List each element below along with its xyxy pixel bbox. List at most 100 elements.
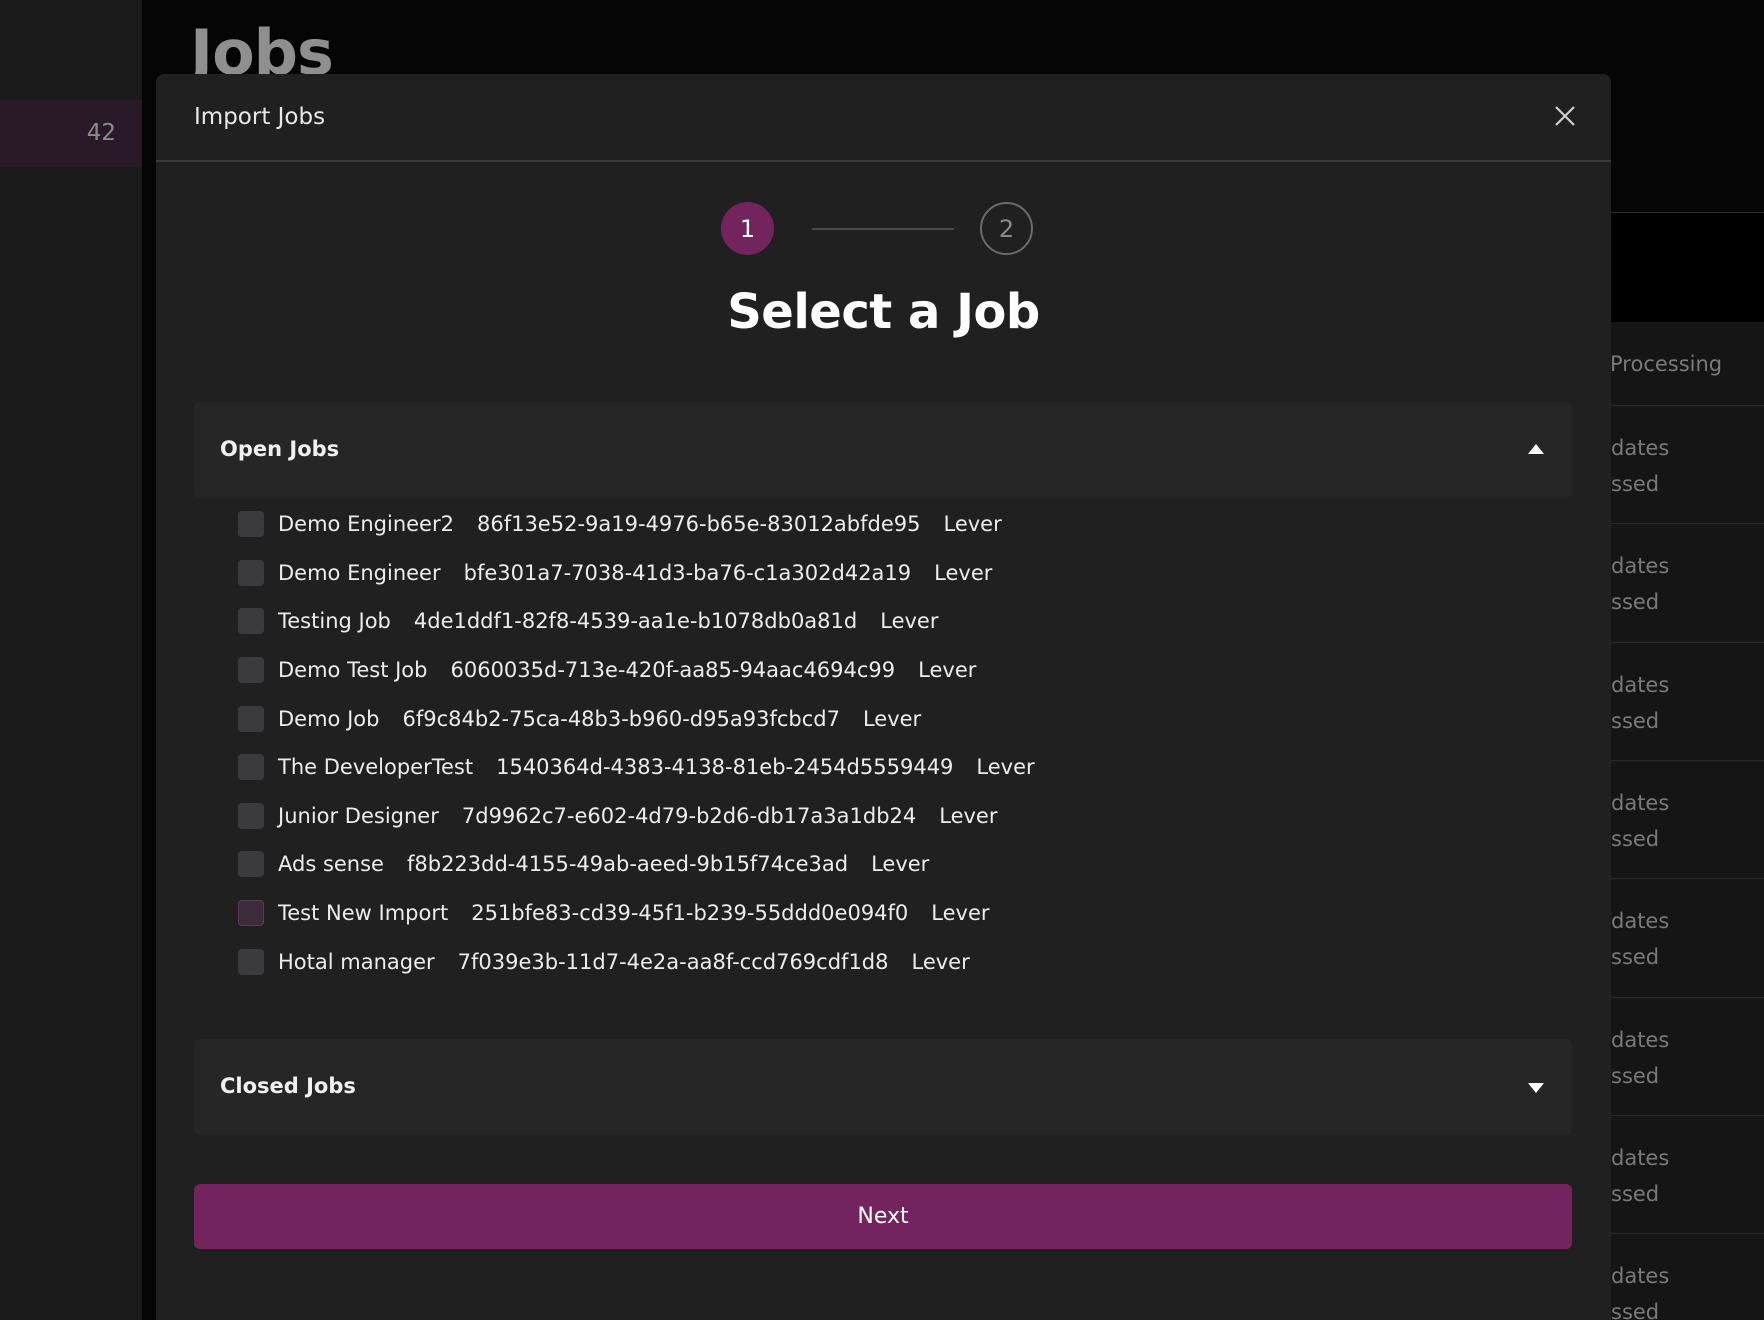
job-row[interactable]: Test New Import 251bfe83-cd39-45f1-b239-5… [238,889,1538,938]
open-jobs-toggle[interactable]: Open Jobs [194,402,1572,498]
next-button[interactable]: Next [194,1184,1572,1249]
closed-jobs-section: Closed Jobs [194,1039,1572,1135]
step-heading: Select a Job [727,284,1040,340]
table-cell: ssed [1611,1300,1660,1320]
job-id: 7f039e3b-11d7-4e2a-aa8f-ccd769cdf1d8 [457,949,889,974]
job-row[interactable]: Junior Designer 7d9962c7-e602-4d79-b2d6-d… [238,792,1538,841]
table-cell: dates [1611,1145,1670,1170]
job-id: 6f9c84b2-75ca-48b3-b960-d95a93fcbcd7 [402,706,840,731]
open-jobs-title: Open Jobs [220,437,340,461]
job-row[interactable]: Demo Engineer2 86f13e52-9a19-4976-b65e-83… [238,500,1538,549]
sidebar-item-count: 42 [86,120,116,146]
job-checkbox[interactable] [238,900,264,927]
import-jobs-modal: Import Jobs 1 2 Select a Job Open Jobs D… [156,74,1611,1320]
closed-jobs-title: Closed Jobs [220,1074,356,1098]
sidebar-item-active[interactable]: 42 [0,100,142,167]
caret-down-icon [1528,1083,1544,1093]
stepper: 1 2 [156,202,1611,258]
job-name: Junior Designer [278,803,439,828]
job-row[interactable]: Testing Job 4de1ddf1-82f8-4539-aa1e-b1078… [238,597,1538,646]
job-id: 6060035d-713e-420f-aa85-94aac4694c99 [450,658,896,683]
job-source: Lever [976,755,1035,780]
close-icon [1555,106,1575,126]
job-name: Hotal manager [278,949,435,974]
table-cell: ssed [1611,826,1660,851]
job-id: bfe301a7-7038-41d3-ba76-c1a302d42a19 [463,560,912,585]
job-label: Demo Engineer2 86f13e52-9a19-4976-b65e-83… [278,512,1025,536]
modal-title: Import Jobs [194,104,326,130]
table-cell: dates [1611,1027,1670,1052]
job-checkbox[interactable] [238,511,264,538]
caret-up-icon [1528,444,1544,454]
close-button[interactable] [1545,96,1585,136]
job-checkbox[interactable] [238,754,264,781]
table-cell: ssed [1611,945,1660,970]
sidebar: 42 [0,0,142,1320]
table-cell: ssed [1611,590,1660,615]
stepper-connector [812,228,954,230]
open-jobs-list: Demo Engineer2 86f13e52-9a19-4976-b65e-83… [238,500,1538,986]
table-cell: dates [1611,554,1670,579]
step-2-indicator: 2 [980,202,1033,255]
job-source: Lever [934,560,993,585]
table-cell: dates [1611,790,1670,815]
table-row: dates ssed [1611,1233,1764,1320]
job-label: The DeveloperTest 1540364d-4383-4138-81eb… [278,755,1058,779]
table-cell: dates [1611,909,1670,934]
job-label: Junior Designer 7d9962c7-e602-4d79-b2d6-d… [278,804,1020,828]
job-source: Lever [911,949,970,974]
table-cell: ssed [1611,1181,1660,1206]
job-checkbox[interactable] [238,705,264,732]
job-row[interactable]: Demo Job 6f9c84b2-75ca-48b3-b960-d95a93fc… [238,694,1538,743]
job-id: 1540364d-4383-4138-81eb-2454d5559449 [496,755,954,780]
job-source: Lever [880,609,939,634]
table-cell: dates [1611,1264,1670,1289]
job-row[interactable]: Demo Engineer bfe301a7-7038-41d3-ba76-c1a… [238,549,1538,598]
closed-jobs-toggle[interactable]: Closed Jobs [194,1039,1572,1135]
table-cell: ssed [1611,708,1660,733]
job-id: 86f13e52-9a19-4976-b65e-83012abfde95 [476,512,921,537]
job-source: Lever [931,901,990,926]
job-label: Demo Engineer bfe301a7-7038-41d3-ba76-c1a… [278,561,1015,585]
job-label: Hotal manager 7f039e3b-11d7-4e2a-aa8f-ccd… [278,950,993,974]
job-label: Demo Job 6f9c84b2-75ca-48b3-b960-d95a93fc… [278,707,944,731]
table-row: dates ssed [1611,405,1764,523]
table-row: dates ssed [1611,759,1764,878]
job-label: Demo Test Job 6060035d-713e-420f-aa85-94a… [278,658,999,682]
table-row: dates ssed [1611,641,1764,760]
table-cell: ssed [1611,472,1660,496]
job-source: Lever [939,803,998,828]
job-source: Lever [918,658,977,683]
job-name: Ads sense [278,852,384,877]
job-checkbox[interactable] [238,802,264,829]
job-name: Demo Job [278,706,380,731]
job-checkbox[interactable] [238,948,264,975]
table-row: dates ssed [1611,878,1764,996]
job-label: Testing Job 4de1ddf1-82f8-4539-aa1e-b1078… [278,609,961,633]
job-id: 7d9962c7-e602-4d79-b2d6-db17a3a1db24 [461,803,917,828]
job-checkbox[interactable] [238,608,264,635]
job-name: Test New Import [278,901,449,926]
job-row[interactable]: The DeveloperTest 1540364d-4383-4138-81eb… [238,743,1538,792]
job-name: Demo Engineer2 [278,512,454,537]
table-cell: dates [1611,672,1670,697]
table-row: dates ssed [1611,523,1764,641]
job-id: 4de1ddf1-82f8-4539-aa1e-b1078db0a81d [413,609,858,634]
job-source: Lever [871,852,930,877]
table-row: dates ssed [1611,1114,1764,1233]
job-row[interactable]: Demo Test Job 6060035d-713e-420f-aa85-94a… [238,646,1538,695]
job-name: The DeveloperTest [278,755,474,780]
job-source: Lever [943,512,1002,537]
job-label: Ads sense f8b223dd-4155-49ab-aeed-9b15f74… [278,852,952,876]
job-checkbox[interactable] [238,657,264,684]
job-id: 251bfe83-cd39-45f1-b239-55ddd0e094f0 [471,901,909,926]
job-row[interactable]: Hotal manager 7f039e3b-11d7-4e2a-aa8f-ccd… [238,937,1538,986]
job-row[interactable]: Ads sense f8b223dd-4155-49ab-aeed-9b15f74… [238,840,1538,889]
modal-header: Import Jobs [156,74,1611,162]
job-id: f8b223dd-4155-49ab-aeed-9b15f74ce3ad [406,852,849,877]
job-source: Lever [862,706,922,731]
step-1-indicator: 1 [721,202,774,255]
job-checkbox[interactable] [238,851,264,878]
job-name: Demo Engineer [278,560,441,585]
job-checkbox[interactable] [238,559,264,586]
